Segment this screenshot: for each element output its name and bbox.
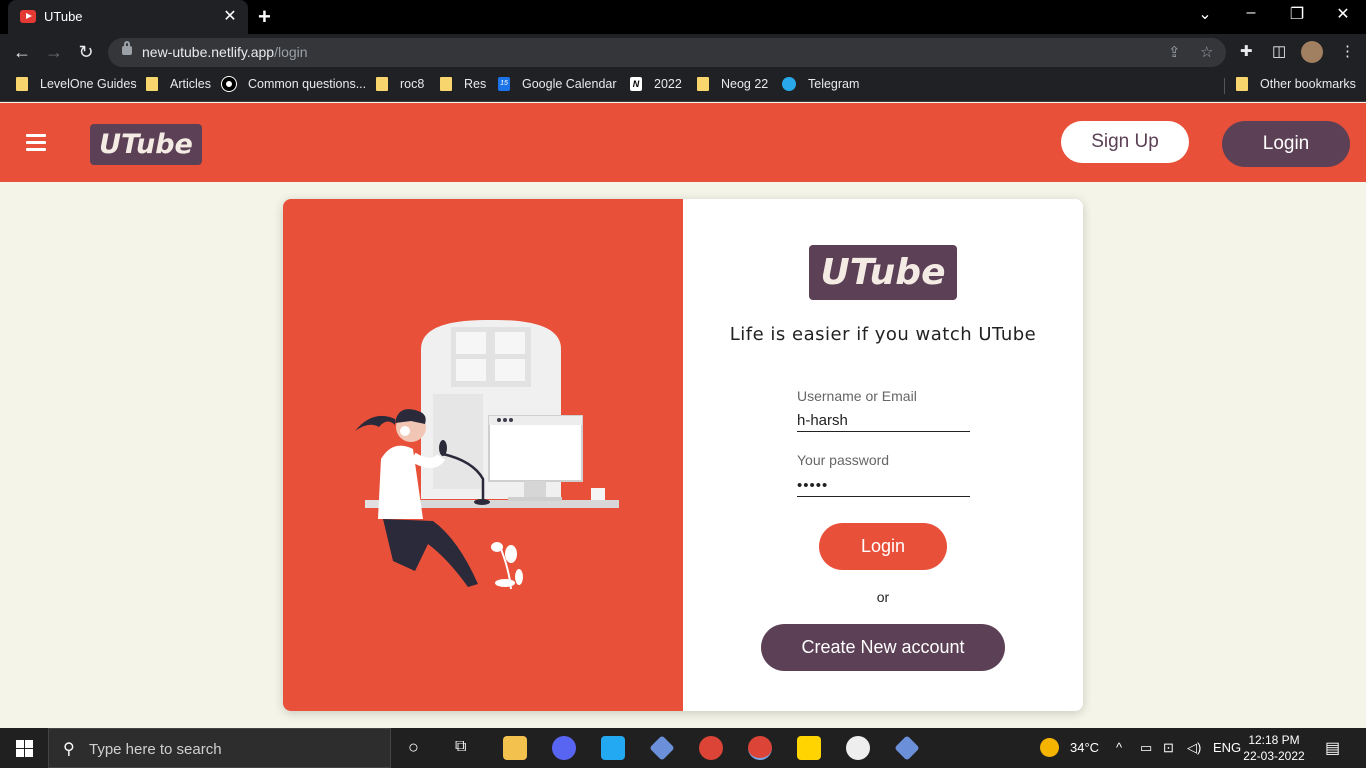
password-label: Your password (797, 452, 890, 468)
forward-icon[interactable]: → (42, 40, 66, 64)
menu-kebab-icon[interactable]: ⋮ (1340, 42, 1355, 60)
vscode-icon[interactable] (601, 736, 625, 760)
minimize-icon[interactable]: – (1236, 4, 1266, 22)
clock-app-icon[interactable] (846, 736, 870, 760)
notion-icon: N (630, 77, 642, 91)
clock-time: 12:18 PM (1248, 733, 1300, 747)
other-bookmarks[interactable]: Other bookmarks (1236, 77, 1356, 91)
folder-icon (440, 77, 452, 91)
volume-icon[interactable]: ◁) (1187, 740, 1201, 756)
bookmark-item[interactable]: Res (440, 77, 486, 91)
bookmark-item[interactable]: N 2022 (630, 77, 682, 91)
calendar-icon: 15 (498, 77, 510, 91)
close-tab-icon[interactable]: ✕ (220, 6, 240, 26)
bookmark-item[interactable]: roc8 (376, 77, 424, 91)
sticky-notes-icon[interactable] (797, 736, 821, 760)
discord-icon[interactable] (552, 736, 576, 760)
close-window-icon[interactable]: ✕ (1328, 4, 1358, 24)
card-logo: UTube (809, 245, 957, 300)
login-form-panel: UTube Life is easier if you watch UTube … (683, 199, 1083, 711)
language-indicator[interactable]: ENG (1213, 740, 1241, 755)
network-icon[interactable]: ⊡ (1163, 740, 1174, 756)
windows-start-icon[interactable] (16, 740, 33, 757)
bookmark-item[interactable]: Telegram (782, 77, 859, 91)
hamburger-menu-icon[interactable] (26, 134, 46, 151)
bookmark-divider (1224, 78, 1225, 94)
folder-icon (16, 77, 28, 91)
share-icon[interactable]: ⇪ (1168, 43, 1181, 61)
chrome-profile-icon[interactable] (748, 736, 772, 760)
folder-icon (697, 77, 709, 91)
signup-button[interactable]: Sign Up (1061, 121, 1189, 163)
file-explorer-icon[interactable] (503, 736, 527, 760)
weather-icon[interactable] (1040, 738, 1059, 757)
chevron-up-icon[interactable]: ^ (1116, 740, 1122, 755)
site-logo[interactable]: UTube (90, 124, 202, 165)
profile-avatar[interactable] (1301, 41, 1323, 63)
notifications-icon[interactable]: ▤ (1325, 738, 1340, 758)
folder-icon (146, 77, 158, 91)
system-clock[interactable]: 12:18 PM 22-03-2022 (1241, 732, 1307, 764)
bookmarks-bar: LevelOne Guides Articles Common question… (0, 70, 1366, 102)
browser-tab[interactable]: UTube ✕ (8, 0, 248, 34)
search-icon: ⚲ (63, 741, 75, 758)
site-header: UTube Sign Up Login (0, 103, 1366, 182)
new-tab-button[interactable]: + (258, 4, 271, 30)
bookmark-item[interactable]: Common questions... (222, 77, 366, 91)
or-separator: or (876, 589, 890, 605)
bookmark-item[interactable]: Articles (146, 77, 211, 91)
tagline: Life is easier if you watch UTube (729, 324, 1037, 345)
back-icon[interactable]: ← (10, 40, 34, 64)
woman-at-desk-illustration (355, 319, 619, 590)
bookmark-item[interactable]: 15 Google Calendar (498, 77, 617, 91)
git-icon[interactable] (649, 735, 675, 761)
youtube-favicon-icon (20, 10, 36, 23)
reload-icon[interactable]: ↻ (74, 40, 98, 64)
browser-tab-bar: UTube ✕ + ⌄ – ❐ ✕ (0, 0, 1366, 34)
clock-date: 22-03-2022 (1243, 749, 1305, 763)
address-bar[interactable]: new-utube.netlify.app/login ⇪ ☆ (108, 38, 1226, 67)
git-gui-icon[interactable] (894, 735, 920, 761)
password-input[interactable] (797, 475, 970, 497)
header-login-button[interactable]: Login (1222, 121, 1350, 167)
url-text[interactable]: new-utube.netlify.app/login (142, 44, 308, 60)
login-card: UTube Life is easier if you watch UTube … (283, 199, 1083, 711)
bookmark-item[interactable]: Neog 22 (697, 77, 768, 91)
lock-icon (122, 41, 132, 55)
login-button[interactable]: Login (819, 523, 947, 570)
temperature[interactable]: 34°C (1070, 740, 1099, 755)
cortana-icon[interactable]: ○ (408, 737, 419, 758)
task-view-icon[interactable]: ⧉ (455, 738, 466, 756)
folder-icon (1236, 77, 1248, 91)
create-account-button[interactable]: Create New account (761, 624, 1005, 671)
battery-icon[interactable]: ▭ (1140, 740, 1152, 756)
tab-search-icon[interactable]: ⌄ (1190, 4, 1220, 24)
taskbar-search[interactable]: ⚲ Type here to search (48, 728, 391, 768)
windows-taskbar: ⚲ Type here to search ○ ⧉ 34°C ^ ▭ ⊡ ◁) … (0, 728, 1366, 768)
bookmark-item[interactable]: LevelOne Guides (16, 77, 137, 91)
search-placeholder: Type here to search (89, 741, 222, 758)
extensions-icon[interactable]: ✚ (1240, 42, 1253, 60)
side-panel-icon[interactable]: ◫ (1272, 42, 1286, 60)
bookmark-star-icon[interactable]: ☆ (1200, 43, 1213, 61)
chrome-icon[interactable] (699, 736, 723, 760)
site-favicon-icon (222, 77, 236, 91)
tab-title: UTube (44, 9, 83, 24)
username-input[interactable] (797, 410, 970, 432)
illustration-panel (283, 199, 683, 711)
username-label: Username or Email (797, 388, 917, 404)
telegram-icon (782, 77, 796, 91)
browser-toolbar: ← → ↻ new-utube.netlify.app/login ⇪ ☆ ✚ … (0, 34, 1366, 70)
restore-icon[interactable]: ❐ (1282, 4, 1312, 24)
folder-icon (376, 77, 388, 91)
